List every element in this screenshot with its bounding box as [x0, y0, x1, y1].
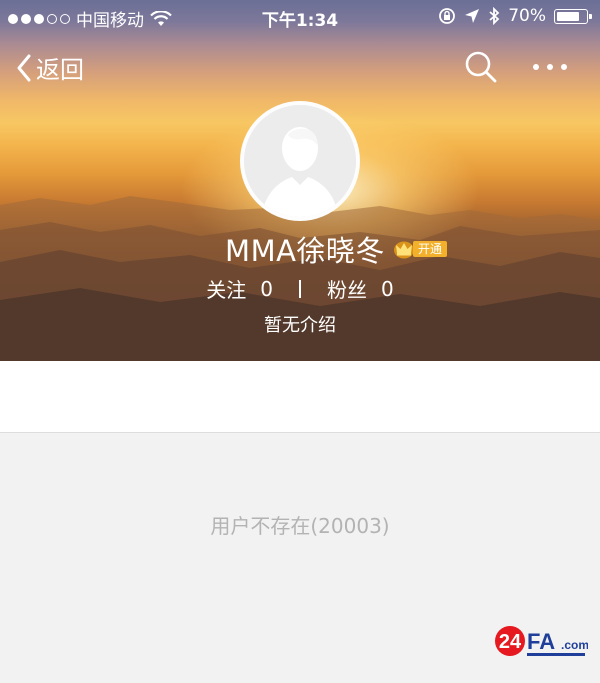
status-bar: 中国移动 下午1:34 70%: [0, 0, 600, 32]
watermark-fa: FA: [527, 629, 555, 654]
back-button[interactable]: 返回: [16, 50, 84, 85]
watermark-number: 24: [499, 631, 522, 653]
stats-divider: [299, 279, 301, 298]
avatar[interactable]: [240, 101, 360, 221]
battery-icon: [554, 8, 592, 24]
nav-bar: 返回: [0, 40, 600, 90]
more-dots-icon: [533, 64, 567, 70]
search-icon: [465, 51, 497, 83]
username-row: MMA徐晓冬 开通: [0, 228, 600, 270]
default-avatar-icon: [244, 105, 356, 217]
followers-label[interactable]: 粉丝: [327, 274, 367, 303]
location-arrow-icon: [465, 9, 480, 23]
watermark-com: .com: [561, 638, 588, 652]
bluetooth-icon: [489, 7, 500, 25]
vip-open-label: 开通: [412, 241, 447, 257]
profile-bio: 暂无介绍: [264, 315, 336, 336]
battery-percent: 70%: [508, 6, 546, 26]
crown-icon: [393, 241, 414, 259]
username: MMA徐晓冬: [225, 234, 385, 268]
more-button[interactable]: [530, 50, 570, 84]
followers-count[interactable]: 0: [381, 277, 394, 301]
following-count[interactable]: 0: [260, 277, 273, 301]
search-button[interactable]: [464, 50, 498, 84]
stats-row: 关注 0 粉丝 0: [0, 274, 600, 303]
error-message: 用户不存在(20003): [210, 514, 390, 538]
rotation-lock-icon: [439, 8, 456, 24]
back-label: 返回: [36, 56, 84, 84]
tab-strip: [0, 361, 600, 433]
vip-badge[interactable]: 开通: [393, 238, 447, 260]
profile-cover: 中国移动 下午1:34 70% 返回 MMA徐晓冬 开通 关注 0 粉丝 0 暂…: [0, 0, 600, 361]
chevron-left-icon: [17, 54, 31, 81]
status-right: 70%: [438, 6, 592, 26]
following-label[interactable]: 关注: [206, 274, 246, 303]
site-watermark-logo: 24 FA .com: [495, 626, 588, 656]
